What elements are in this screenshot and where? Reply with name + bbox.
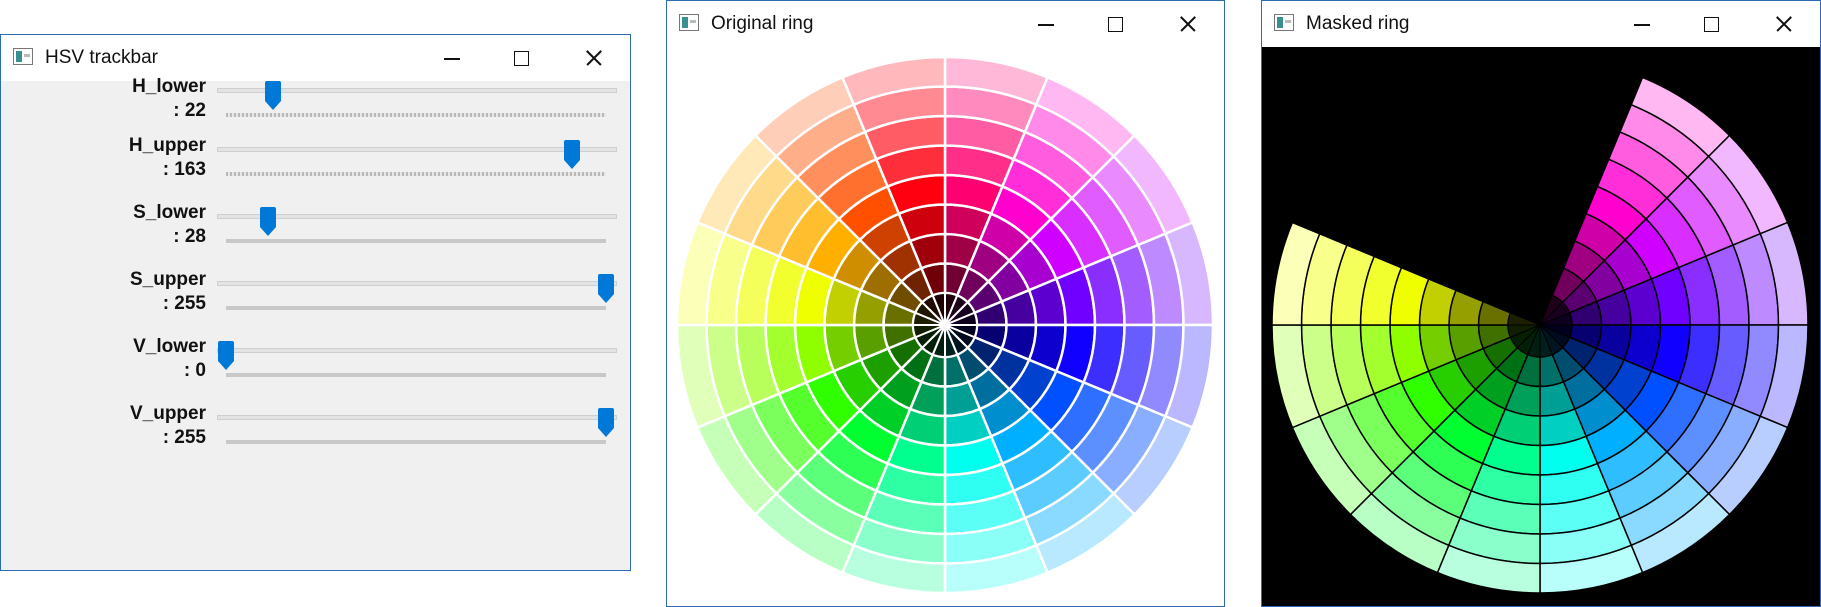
slider-track[interactable]: [217, 348, 617, 353]
minimize-icon[interactable]: [421, 35, 481, 81]
title-bar[interactable]: Masked ring: [1262, 1, 1820, 47]
close-icon[interactable]: [563, 35, 623, 81]
hsv-trackbar-window: HSV trackbar H_lower : 22 H_upper : 163 S_lo…: [0, 34, 631, 571]
slider-track[interactable]: [217, 147, 617, 152]
opencv-window-icon: [13, 48, 33, 65]
slider-track[interactable]: [217, 214, 617, 219]
trackbar-value: : 28: [173, 226, 206, 247]
minimize-icon[interactable]: [1015, 1, 1075, 47]
slider-thumb[interactable]: [564, 140, 581, 169]
trackbar-row-s-lower: S_lower : 28: [1, 202, 630, 260]
slider-track[interactable]: [217, 415, 617, 420]
close-icon[interactable]: [1753, 1, 1813, 47]
trackbar-label: V_lower: [133, 336, 206, 357]
slider-thumb[interactable]: [598, 408, 614, 437]
title-bar[interactable]: Original ring: [667, 1, 1224, 47]
image-canvas: [667, 47, 1224, 606]
trackbar-row-h-lower: H_lower : 22: [1, 76, 630, 134]
maximize-icon[interactable]: [1681, 1, 1741, 47]
trackbar-row-v-upper: V_upper : 255: [1, 403, 630, 461]
slider-ticks: [226, 239, 606, 243]
trackbar-row-v-lower: V_lower : 0: [1, 336, 630, 394]
opencv-window-icon: [1274, 14, 1294, 31]
slider-thumb[interactable]: [598, 274, 614, 303]
slider-ticks: [226, 440, 606, 444]
image-canvas: [1262, 47, 1820, 606]
trackbar-panel: H_lower : 22 H_upper : 163 S_lower : 28 S_uppe…: [1, 76, 630, 570]
trackbar-value: : 22: [173, 100, 206, 121]
minimize-icon[interactable]: [1611, 1, 1671, 47]
slider-thumb[interactable]: [264, 81, 281, 110]
slider-thumb[interactable]: [218, 341, 234, 370]
masked-color-ring-image: [1271, 56, 1809, 594]
slider-ticks: [226, 306, 606, 310]
title-bar[interactable]: HSV trackbar: [1, 35, 630, 81]
trackbar-value: : 0: [183, 360, 206, 381]
window-title: HSV trackbar: [45, 47, 158, 68]
trackbar-value: : 255: [162, 427, 206, 448]
close-icon[interactable]: [1157, 1, 1217, 47]
window-title: Masked ring: [1306, 13, 1410, 34]
original-ring-window: Original ring: [666, 0, 1225, 607]
slider-ticks: [226, 373, 606, 377]
maximize-icon[interactable]: [491, 35, 551, 81]
slider-ticks: [226, 172, 606, 176]
slider-track[interactable]: [217, 281, 617, 286]
trackbar-label: H_lower: [132, 76, 206, 97]
masked-ring-window: Masked ring: [1261, 0, 1821, 607]
trackbar-label: S_lower: [133, 202, 206, 223]
trackbar-value: : 255: [162, 293, 206, 314]
trackbar-value: : 163: [162, 159, 206, 180]
trackbar-row-h-upper: H_upper : 163: [1, 135, 630, 193]
slider-thumb[interactable]: [259, 207, 276, 236]
window-title: Original ring: [711, 13, 814, 34]
slider-ticks: [226, 113, 606, 117]
hsv-color-ring-image: [675, 55, 1215, 595]
trackbar-row-s-upper: S_upper : 255: [1, 269, 630, 327]
maximize-icon[interactable]: [1085, 1, 1145, 47]
opencv-window-icon: [679, 14, 699, 31]
trackbar-label: V_upper: [129, 403, 206, 424]
trackbar-label: S_upper: [129, 269, 206, 290]
trackbar-label: H_upper: [128, 135, 206, 156]
